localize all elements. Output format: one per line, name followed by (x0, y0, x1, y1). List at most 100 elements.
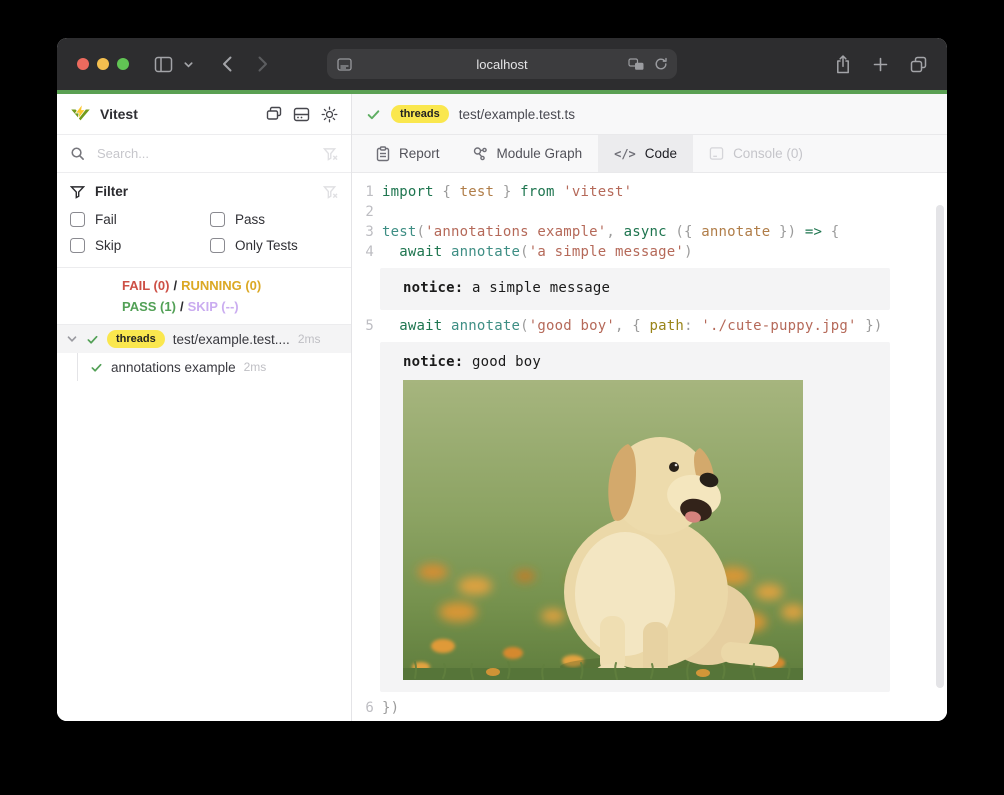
project-badge: threads (391, 105, 449, 122)
line-text: }) (382, 698, 399, 718)
console-icon (709, 146, 724, 161)
browser-toolbar: localhost (57, 38, 947, 90)
code-line: 1 import { test } from 'vitest' (352, 182, 947, 202)
checkbox-icon (210, 238, 225, 253)
pass-check-icon (86, 333, 99, 346)
line-text: import { test } from 'vitest' (382, 182, 632, 202)
tab-report[interactable]: Report (360, 135, 456, 172)
notice-text: a simple message (463, 280, 610, 296)
file-header: threads test/example.test.ts (352, 94, 947, 135)
line-number: 6 (352, 698, 374, 718)
search-icon (70, 146, 85, 161)
address-bar[interactable]: localhost (327, 49, 677, 79)
file-path: test/example.test.ts (459, 107, 575, 122)
chevron-down-icon[interactable] (66, 333, 78, 345)
running-count: RUNNING (0) (181, 278, 261, 293)
forward-icon[interactable] (257, 55, 269, 73)
line-number: 7 (352, 718, 374, 721)
line-number: 2 (352, 202, 374, 222)
app-title: Vitest (100, 106, 257, 122)
page-scrollbar[interactable] (936, 205, 944, 688)
main-panel: threads test/example.test.ts Report (352, 94, 947, 721)
notice-text: good boy (463, 354, 541, 370)
code-area: 1 import { test } from 'vitest' 23 test('an… (352, 173, 947, 721)
notice-label: notice: (403, 280, 463, 296)
tab-overview-icon[interactable] (910, 56, 927, 73)
test-duration: 2ms (244, 360, 267, 374)
collapse-panels-icon[interactable] (266, 106, 282, 122)
traffic-lights (77, 58, 129, 70)
code-line: 2 (352, 202, 947, 222)
test-file-row[interactable]: threads test/example.test.... 2ms (57, 325, 351, 353)
zoom-window-button[interactable] (117, 58, 129, 70)
annotation-notice: notice: good boy (380, 342, 890, 692)
tab-console[interactable]: Console (0) (693, 135, 819, 172)
line-number: 5 (352, 316, 374, 336)
tab-bar: Report Module Graph </> Code (352, 135, 947, 173)
report-icon (376, 146, 390, 162)
search-bar (57, 135, 351, 173)
pass-count: PASS (1) (122, 299, 176, 314)
reload-icon[interactable] (654, 57, 668, 71)
line-text: test('annotations example', async ({ ann… (382, 222, 839, 242)
line-text: await annotate('a simple message') (382, 242, 693, 262)
reader-icon[interactable] (337, 58, 352, 71)
code-line: 6}) (352, 698, 947, 718)
test-status-summary: FAIL (0)/RUNNING (0) PASS (1)/SKIP (--) (57, 267, 351, 325)
filter-checkbox-only-tests[interactable]: Only Tests (210, 238, 338, 253)
code-line: 5 await annotate('good boy', { path: './… (352, 316, 947, 336)
status-line-2: PASS (1)/SKIP (--) (122, 296, 339, 317)
checkbox-icon (70, 238, 85, 253)
tab-module-graph[interactable]: Module Graph (456, 135, 599, 172)
line-number: 4 (352, 242, 374, 262)
code-line: 4 await annotate('a simple message') (352, 242, 947, 262)
sidebar-header: Vitest (57, 94, 351, 135)
code-line: 3 test('annotations example', async ({ an… (352, 222, 947, 242)
filter-section: Filter Fail Pass Skip Only Tests (57, 173, 351, 267)
new-tab-icon[interactable] (873, 57, 888, 72)
checkbox-icon (70, 212, 85, 227)
address-url: localhost (476, 57, 527, 72)
status-line-1: FAIL (0)/RUNNING (0) (122, 275, 339, 296)
theme-sun-icon[interactable] (321, 106, 338, 123)
test-file-name: test/example.test.... (173, 332, 290, 347)
desktop-background: localhost (0, 0, 1004, 795)
minimize-window-button[interactable] (97, 58, 109, 70)
checkbox-icon (210, 212, 225, 227)
code-icon: </> (614, 147, 636, 161)
filter-checkbox-skip[interactable]: Skip (70, 238, 210, 253)
test-case-row[interactable]: annotations example 2ms (57, 353, 351, 381)
clear-search-filter-icon[interactable] (323, 147, 338, 161)
sidebar-chevron-down-icon[interactable] (183, 59, 194, 70)
share-icon[interactable] (835, 55, 851, 74)
code-line: 7 (352, 718, 947, 721)
translate-icon[interactable] (628, 58, 645, 71)
line-number: 1 (352, 182, 374, 202)
close-window-button[interactable] (77, 58, 89, 70)
filter-title: Filter (95, 184, 313, 199)
skip-count: SKIP (--) (188, 299, 239, 314)
pass-check-icon (366, 107, 381, 122)
sidebar-toggle-icon[interactable] (154, 56, 173, 73)
back-icon[interactable] (221, 55, 233, 73)
test-case-name: annotations example (111, 360, 236, 375)
dashboard-icon[interactable] (293, 107, 310, 122)
vitest-logo-icon (70, 104, 91, 124)
browser-window: localhost (57, 38, 947, 721)
module-graph-icon (472, 146, 488, 162)
funnel-icon (70, 185, 85, 199)
filter-checkbox-fail[interactable]: Fail (70, 212, 210, 227)
annotation-puppy-image (403, 380, 803, 680)
tab-code[interactable]: </> Code (598, 135, 693, 172)
line-text: await annotate('good boy', { path: './cu… (382, 316, 883, 336)
sidebar: Vitest (57, 94, 352, 721)
annotation-notice: notice: a simple message (380, 268, 890, 310)
clear-filters-icon[interactable] (323, 185, 338, 199)
filter-checkbox-pass[interactable]: Pass (210, 212, 338, 227)
project-badge: threads (107, 330, 165, 347)
search-input[interactable] (95, 145, 313, 162)
fail-count: FAIL (0) (122, 278, 169, 293)
line-number: 3 (352, 222, 374, 242)
test-duration: 2ms (298, 332, 321, 346)
pass-check-icon (90, 361, 103, 374)
